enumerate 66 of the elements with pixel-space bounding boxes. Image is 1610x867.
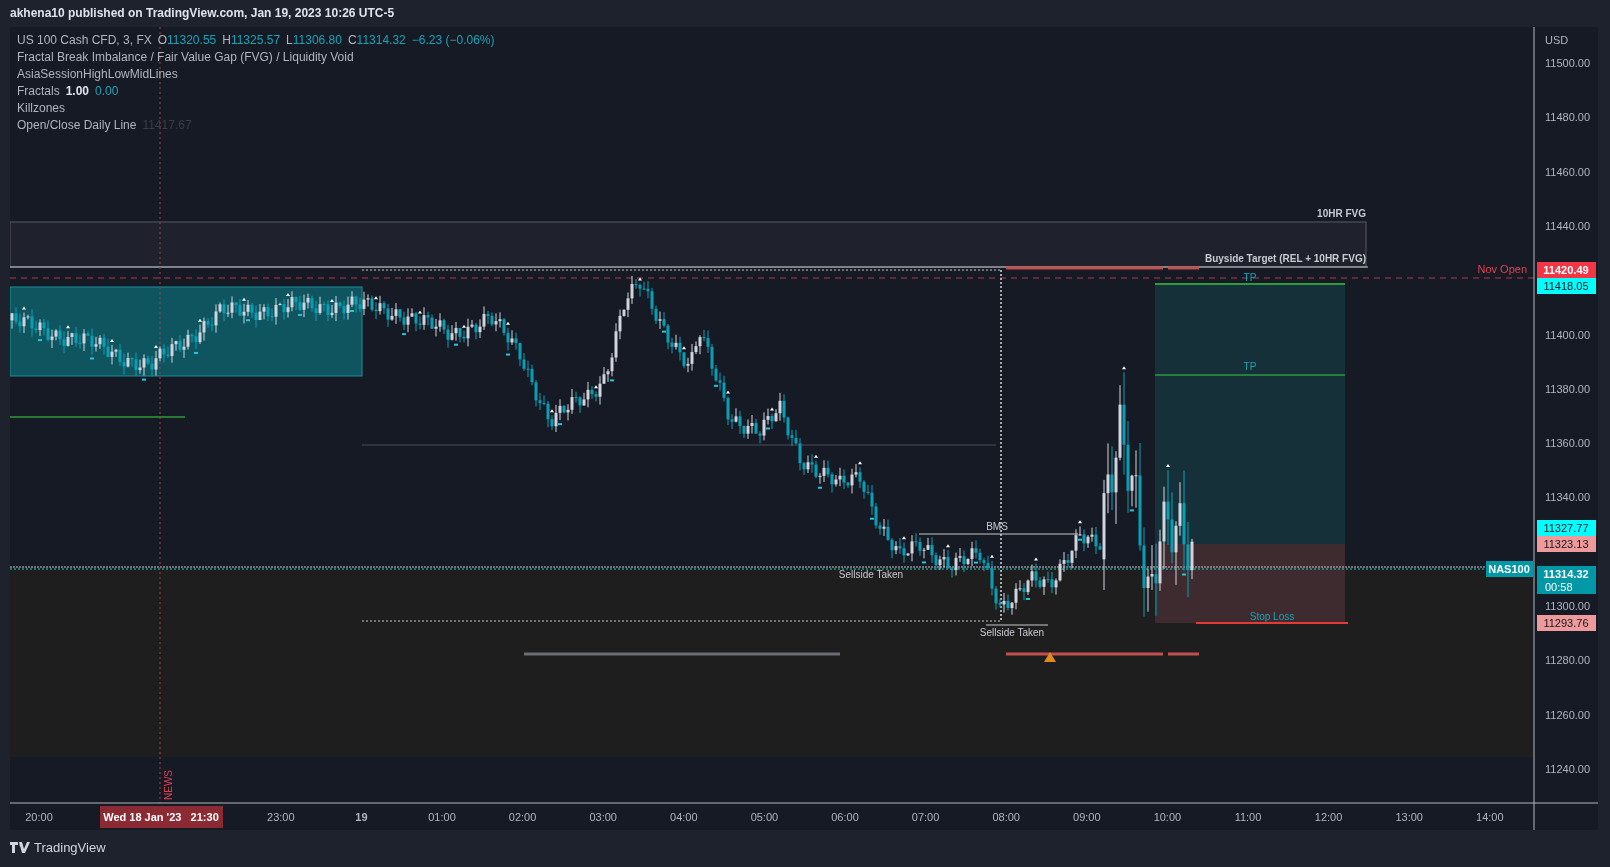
change-value: −6.23 (−0.06%) xyxy=(411,33,495,47)
sellside-label: Sellside Taken xyxy=(979,627,1045,638)
price-tick: 11300.00 xyxy=(1545,600,1591,612)
indicator-name: AsiaSessionHighLowMidLines xyxy=(17,67,178,81)
time-tick: 09:00 xyxy=(1073,811,1101,823)
price-tick: 11400.00 xyxy=(1545,328,1591,341)
currency-label: USD xyxy=(1545,34,1569,46)
time-tick: 06:00 xyxy=(831,811,859,823)
indicator-name: Open/Close Daily Line xyxy=(17,118,137,132)
symbol-tag: NAS100 xyxy=(1486,561,1533,577)
zone-label: 10HR FVG xyxy=(1317,208,1366,219)
price-tick: 11460.00 xyxy=(1545,165,1591,178)
time-tick: 11:00 xyxy=(1234,811,1262,823)
news-label: NEWS xyxy=(163,770,174,800)
price-tick: 11480.00 xyxy=(1545,111,1591,124)
target-label: TP xyxy=(1243,361,1257,372)
time-tick: 12:00 xyxy=(1314,811,1343,823)
price-tick: 11260.00 xyxy=(1545,708,1591,721)
time-tick: 01:00 xyxy=(428,811,456,823)
price-tick: 11240.00 xyxy=(1545,762,1591,775)
price-tick: 11280.00 xyxy=(1545,654,1591,667)
level-line xyxy=(985,624,1049,626)
level-label: Nov Open xyxy=(1477,263,1527,275)
indicator-name: Killzones xyxy=(17,101,66,115)
ohlc-value: H11325.57 xyxy=(222,33,281,47)
level-line xyxy=(1168,652,1199,656)
time-tick: 08:00 xyxy=(992,811,1020,823)
sellside-label: Sellside Taken xyxy=(838,569,904,580)
bms-label: BMS xyxy=(986,521,1008,532)
indicator-name: Fractal Break Imbalance / Fair Value Gap (FVG) / Liquidity Void xyxy=(17,50,354,64)
ohlc-value: O11320.55 xyxy=(157,33,217,47)
publish-title: akhena10 published on TradingView.com, Jan 19, 2023 10:26 UTC-5 xyxy=(9,5,395,22)
time-tick: 13:00 xyxy=(1395,811,1423,823)
time-tick: 03:00 xyxy=(589,811,617,823)
brand-name: TradingView xyxy=(34,840,106,855)
zone-label: Buyside Target (REL + 10HR FVG) xyxy=(1204,253,1366,264)
price-marker: 11293.76 xyxy=(1537,615,1596,631)
price-marker: 11418.05 xyxy=(1537,278,1596,294)
ohlc-value: L11306.80 xyxy=(286,33,342,47)
indicator-value: 1.00 xyxy=(65,84,90,98)
time-tick: 19 xyxy=(355,811,368,823)
target-label: TP xyxy=(1243,272,1257,283)
symbol-label: US 100 Cash CFD, 3, FX xyxy=(17,33,152,47)
time-tick: 23:00 xyxy=(267,811,295,823)
price-tick: 11340.00 xyxy=(1545,491,1591,504)
indicator-value: 0.00 xyxy=(95,84,119,98)
time-cursor-label: Wed 18 Jan '23 21:30 xyxy=(100,806,223,828)
price-tick: 11500.00 xyxy=(1545,57,1591,69)
stop-loss-label: Stop Loss xyxy=(1249,611,1295,622)
price-tick: 11360.00 xyxy=(1545,437,1591,450)
time-tick: 02:00 xyxy=(508,811,537,823)
price-marker: 11420.49 xyxy=(1537,262,1596,278)
time-tick: 10:00 xyxy=(1153,811,1182,823)
ohlc-value: C11314.32 xyxy=(347,33,406,47)
price-marker: 11314.32 00:58 xyxy=(1537,566,1596,594)
brand-logo-icon xyxy=(10,842,30,853)
time-tick: 04:00 xyxy=(670,811,698,823)
price-marker: 11323.13 xyxy=(1537,536,1596,552)
price-marker: 11327.77 xyxy=(1537,520,1596,536)
price-tick: 11440.00 xyxy=(1545,219,1591,232)
indicator-name: Fractals xyxy=(17,84,60,98)
time-tick: 14:00 xyxy=(1476,811,1504,823)
time-tick: 07:00 xyxy=(911,811,940,823)
time-tick: 05:00 xyxy=(750,811,779,823)
time-tick: 20:00 xyxy=(25,811,53,823)
price-tick: 11380.00 xyxy=(1545,382,1591,395)
